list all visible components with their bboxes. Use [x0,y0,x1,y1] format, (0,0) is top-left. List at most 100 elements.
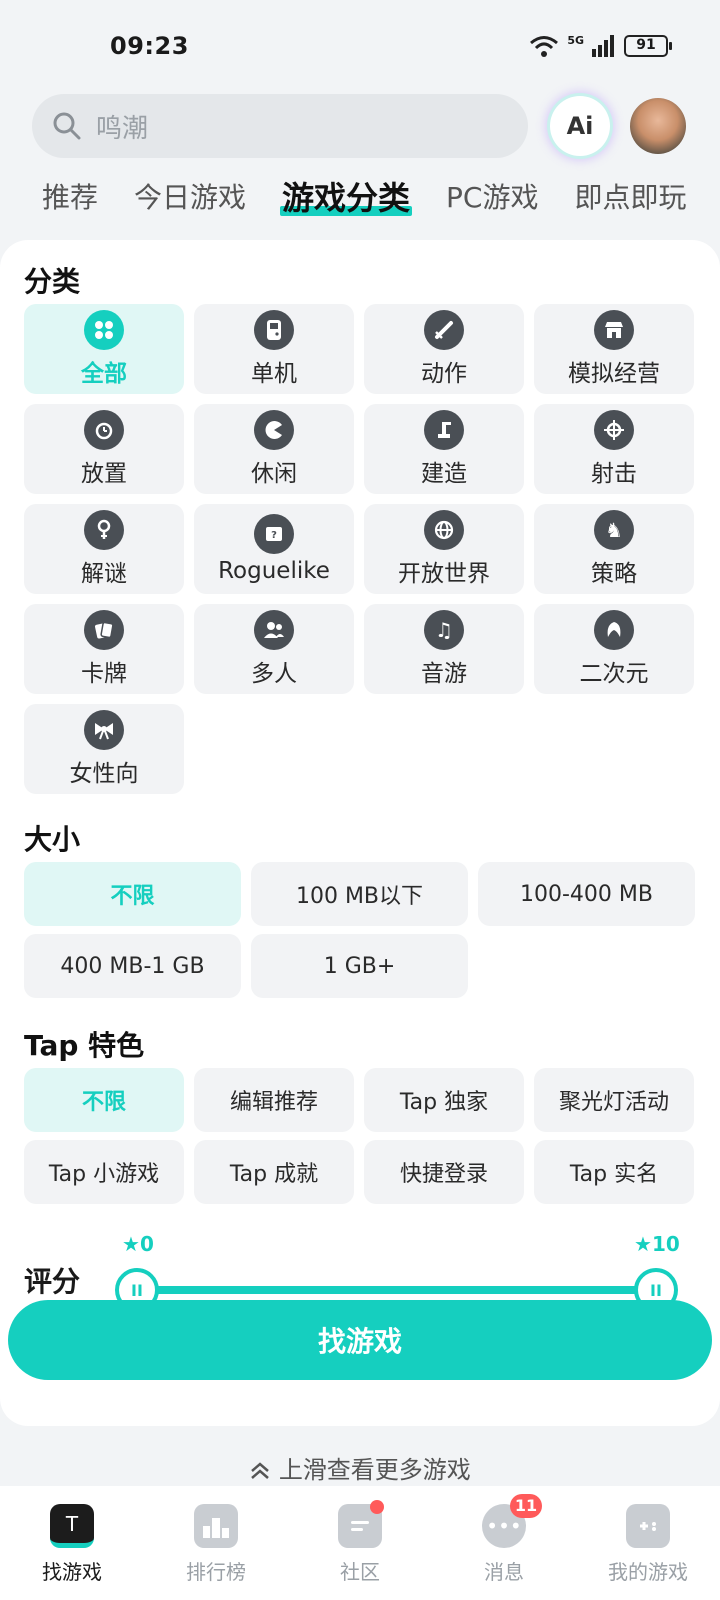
nav-label: 找游戏 [42,1560,102,1584]
chess-knight-icon: ♞ [594,510,634,550]
category-puzzle[interactable]: 解谜 [24,504,184,594]
tab-pc[interactable]: PC游戏 [446,176,538,220]
map-icon: ? [254,514,294,554]
rating-max-value: 10 [651,1232,680,1256]
tab-categories[interactable]: 游戏分类 [280,176,413,220]
status-time: 09:23 [110,32,189,60]
store-icon [594,310,634,350]
category-all[interactable]: 全部 [24,304,184,394]
bow-icon [84,710,124,750]
top-tabs: 推荐 今日游戏 游戏分类 PC游戏 即点即玩 安 [42,176,720,220]
svg-text:?: ? [271,530,277,541]
category-casual[interactable]: 休闲 [194,404,354,494]
tap-features-title: Tap 特色 [24,1029,145,1062]
category-female[interactable]: 女性向 [24,704,184,794]
rating-min-label: ★0 [122,1232,154,1256]
rating-slider-track[interactable] [140,1286,660,1294]
avatar[interactable] [630,98,686,154]
tab-instant-play[interactable]: 即点即玩 [574,176,686,220]
size-title: 大小 [24,823,81,856]
category-cards[interactable]: 卡牌 [24,604,184,694]
category-roguelike[interactable]: ? Roguelike [194,504,354,594]
category-label: 卡牌 [81,661,127,687]
find-games-button[interactable]: 找游戏 [8,1300,712,1380]
wifi-icon [530,36,559,57]
tab-today[interactable]: 今日游戏 [134,176,246,220]
size-option[interactable]: 1 GB+ [251,934,468,998]
size-option[interactable]: 不限 [24,862,241,926]
build-icon [424,410,464,450]
category-simulation[interactable]: 模拟经营 [534,304,694,394]
category-label: 音游 [421,661,467,687]
people-icon [254,610,294,650]
tab-recommend[interactable]: 推荐 [42,176,98,220]
bottom-navigation: T 找游戏 排行榜 社区 ••• 11 消息 我的游戏 [0,1486,720,1600]
rating-min-value: 0 [139,1232,154,1256]
category-multiplayer[interactable]: 多人 [194,604,354,694]
category-label: 全部 [81,361,127,387]
gamepad-icon [626,1504,670,1548]
scroll-more-hint[interactable]: 上滑查看更多游戏 [0,1450,720,1485]
category-anime[interactable]: 二次元 [534,604,694,694]
tap-feature-options: 不限 编辑推荐 Tap 独家 聚光灯活动 Tap 小游戏 Tap 成就 快捷登录… [24,1068,696,1204]
ai-assistant-button[interactable]: Ai [550,96,610,156]
messages-badge: 11 [510,1494,542,1518]
anime-icon [594,610,634,650]
scroll-more-text: 上滑查看更多游戏 [278,1456,471,1484]
nav-find-games[interactable]: T 找游戏 [0,1486,144,1600]
category-label: 放置 [81,461,127,487]
nav-my-games[interactable]: 我的游戏 [576,1486,720,1600]
tap-feature-option[interactable]: Tap 小游戏 [24,1140,184,1204]
grid-icon [84,310,124,350]
podium-icon [194,1504,238,1548]
category-label: 策略 [591,561,637,587]
category-shooter[interactable]: 射击 [534,404,694,494]
category-label: 二次元 [579,661,649,687]
status-bar: 09:23 5G 91 [0,0,720,96]
tap-feature-option[interactable]: 不限 [24,1068,184,1132]
tap-feature-option[interactable]: 快捷登录 [364,1140,524,1204]
category-label: 开放世界 [398,561,490,587]
size-option[interactable]: 400 MB-1 GB [24,934,241,998]
category-label: 休闲 [251,461,297,487]
size-option[interactable]: 100 MB以下 [251,862,468,926]
category-music[interactable]: ♫ 音游 [364,604,524,694]
nav-label: 社区 [340,1560,380,1584]
category-building[interactable]: 建造 [364,404,524,494]
category-action[interactable]: 动作 [364,304,524,394]
category-label: 解谜 [81,561,127,587]
network-label: 5G [567,34,584,47]
signal-icon [592,35,614,57]
nav-label: 排行榜 [186,1560,246,1584]
tap-feature-option[interactable]: 编辑推荐 [194,1068,354,1132]
category-label: 建造 [421,461,467,487]
rating-title: 评分 [24,1265,81,1298]
search-input[interactable]: 鸣潮 [32,94,528,158]
nav-community[interactable]: 社区 [288,1486,432,1600]
category-single[interactable]: 单机 [194,304,354,394]
pacman-icon [254,410,294,450]
tap-feature-option[interactable]: Tap 成就 [194,1140,354,1204]
category-idle[interactable]: 放置 [24,404,184,494]
music-icon: ♫ [424,610,464,650]
size-option[interactable]: 100-400 MB [478,862,695,926]
tap-feature-option[interactable]: Tap 独家 [364,1068,524,1132]
battery-indicator: 91 [624,35,672,57]
tap-feature-option[interactable]: 聚光灯活动 [534,1068,694,1132]
search-placeholder: 鸣潮 [96,113,149,144]
category-label: 动作 [421,361,467,387]
search-icon [53,112,81,140]
category-label: 模拟经营 [568,361,660,387]
category-open-world[interactable]: 开放世界 [364,504,524,594]
category-strategy[interactable]: ♞ 策略 [534,504,694,594]
filter-card: 分类 全部 单机 动作 模拟经营 放置 休闲 建造 射击 解谜 ? Roguel… [0,240,720,1426]
tap-feature-option[interactable]: Tap 实名 [534,1140,694,1204]
crosshair-icon [594,410,634,450]
double-chevron-up-icon [251,1462,269,1479]
nav-rankings[interactable]: 排行榜 [144,1486,288,1600]
key-icon [84,510,124,550]
category-label: 多人 [251,661,297,687]
nav-messages[interactable]: ••• 11 消息 [432,1486,576,1600]
gameboy-icon [254,310,294,350]
alarm-icon [84,410,124,450]
